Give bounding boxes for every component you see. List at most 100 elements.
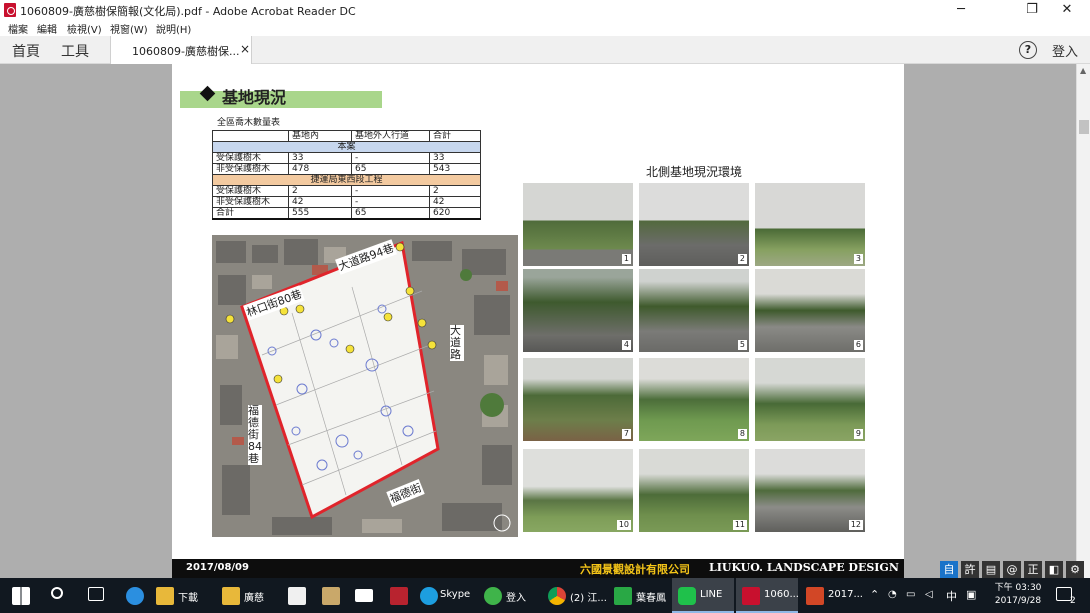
clock-date: 2017/9/28 [994,596,1042,606]
slide-heading: 基地現況 [222,88,287,107]
taskbar-clock[interactable]: 下午 03:30 2017/9/28 [988,582,1048,608]
taskbar-powerpoint[interactable]: 2017... [800,578,863,613]
tab-tools[interactable]: 工具 [61,41,89,61]
menu-edit[interactable]: 編輯 [37,21,57,36]
site-photo: 7 [523,358,633,441]
paint-icon[interactable] [318,578,344,613]
tray-chevron-icon[interactable]: ⌃ [870,588,879,601]
menu-file[interactable]: 檔案 [8,21,28,36]
tab-document[interactable]: 1060809-廣慈樹保... × [110,36,252,64]
ime-panel-icon[interactable]: ▤ [982,561,1000,579]
close-tab-icon[interactable]: × [240,42,250,56]
ime-symbol-icon[interactable]: @ [1003,561,1021,579]
site-photo: 9 [755,358,865,441]
acrobat-icon [742,587,760,605]
line-icon [678,587,696,605]
store-icon[interactable] [284,578,310,613]
menu-help[interactable]: 說明(H) [156,21,191,36]
photos-title: 北側基地現況環境 [646,165,743,179]
site-photo: 3 [755,183,865,266]
site-photo: 1 [523,183,633,266]
tab-home[interactable]: 首頁 [12,41,40,61]
input-language[interactable]: 中 [946,588,957,604]
title-bar: 1060809-廣慈樹保簡報(文化局).pdf - Adobe Acrobat … [0,0,1090,20]
sign-in-button[interactable]: 登入 [1052,41,1078,60]
ime-layout-icon[interactable]: ◧ [1045,561,1063,579]
tree-count-table: 基地內 基地外人行道 合計 本案 受保護樹木 33 - 33 非受保護樹木 47… [212,130,481,220]
battery-icon[interactable]: ▭ [906,589,915,600]
scrollbar-thumb[interactable] [1079,120,1089,134]
wechat-icon [484,587,502,605]
footer-company: 六國景觀設計有限公司 [580,563,690,576]
close-button[interactable]: ✕ [1049,0,1085,20]
menu-bar: 檔案 編輯 檢視(V) 視窗(W) 說明(H) [0,20,1090,36]
ime-settings-icon[interactable]: ⚙ [1066,561,1084,579]
network-icon[interactable]: ◔ [888,589,897,600]
clock-time: 下午 03:30 [994,583,1042,593]
ime-toolbar: 自 許 ▤ @ 正 ◧ ⚙ [940,561,1086,579]
taskbar-downloads[interactable]: 下載 [152,578,204,613]
table-total-row: 合計 555 65 620 [212,207,481,220]
scroll-up-icon[interactable]: ▲ [1080,66,1086,75]
acrobat-icon [4,3,16,17]
site-photo: 12 [755,449,865,532]
windows-start-icon[interactable] [8,578,34,613]
table-section-header: 本案 [212,141,481,153]
keyboard-icon[interactable]: ▣ [966,588,976,601]
site-photo: 2 [639,183,749,266]
taskbar-wechat[interactable]: 登入 [480,578,536,613]
table-caption: 全區喬木數量表 [217,118,281,128]
help-icon[interactable]: ? [1019,41,1037,59]
taskbar-guangci[interactable]: 廣慈 [218,578,270,613]
taskbar-chrome[interactable]: (2) 江... [544,578,607,613]
site-photo: 4 [523,269,633,352]
window-title: 1060809-廣慈樹保簡報(文化局).pdf - Adobe Acrobat … [20,5,356,18]
pdf-page: 基地現況 全區喬木數量表 基地內 基地外人行道 合計 本案 受保護樹木 33 -… [172,64,904,578]
minimize-button[interactable]: ─ [943,0,979,20]
table-row: 受保護樹木 2 - 2 [212,185,481,197]
table-header-row: 基地內 基地外人行道 合計 [212,130,481,142]
site-photo: 5 [639,269,749,352]
taskbar-line[interactable]: LINE [672,578,734,613]
notification-count: 2 [1070,596,1076,606]
footer-date: 2017/08/09 [186,562,249,573]
volume-icon[interactable]: ◁ [925,589,933,600]
restore-button[interactable]: ❐ [1014,0,1050,20]
site-photo: 10 [523,449,633,532]
table-row: 非受保護樹木 42 - 42 [212,196,481,208]
site-photo: 11 [639,449,749,532]
task-view-icon[interactable] [84,578,110,613]
table-row: 非受保護樹木 478 65 543 [212,163,481,175]
taskbar: 下載 廣慈 Skype 登入 (2) 江... 葉春鳳 LINE 1060... [0,578,1090,613]
chrome-icon [548,587,566,605]
search-icon[interactable] [46,578,72,613]
edge-icon[interactable] [122,578,148,613]
site-photo: 6 [755,269,865,352]
ime-input-icon[interactable]: 許 [961,561,979,579]
taskbar-contact[interactable]: 葉春鳳 [610,578,672,613]
map-label-left: 福德街84巷 [248,404,262,465]
site-aerial-map: 大道路94巷 林口街80巷 大道路 福德街84巷 福德街 [212,235,518,537]
site-photo: 8 [639,358,749,441]
app-icon[interactable] [386,578,412,613]
folder-icon [156,587,174,605]
menu-view[interactable]: 檢視(V) [67,21,102,36]
folder-icon [222,587,240,605]
menu-window[interactable]: 視窗(W) [110,21,148,36]
table-row: 受保護樹木 33 - 33 [212,152,481,164]
document-tab-label: 1060809-廣慈樹保... [132,45,240,58]
table-section-header: 捷運局東西段工程 [212,174,481,186]
taskbar-acrobat[interactable]: 1060... [736,578,799,613]
slide-footer: 2017/08/09 六國景觀設計有限公司 LIUKUO. LANDSCAPE … [172,559,904,578]
ime-fullwidth-icon[interactable]: 正 [1024,561,1042,579]
taskbar-skype[interactable]: Skype [416,578,472,613]
contact-icon [614,587,632,605]
footer-brand: LIUKUO. LANDSCAPE DESIGN [709,561,899,574]
site-map-graphic [212,235,518,537]
skype-icon [420,587,438,605]
ime-mode-icon[interactable]: 自 [940,561,958,579]
vertical-scrollbar[interactable]: ▲ [1076,64,1090,578]
map-label-right: 大道路 [450,325,464,361]
powerpoint-icon [806,587,824,605]
mail-icon[interactable] [352,578,378,613]
